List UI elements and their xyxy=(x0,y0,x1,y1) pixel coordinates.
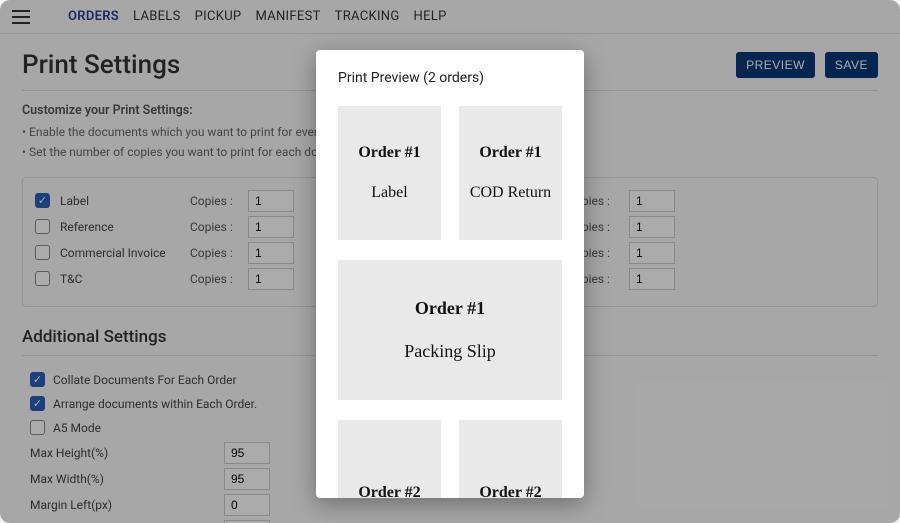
modal-title: Print Preview (2 orders) xyxy=(338,70,562,86)
preview-row-2: Order #1 Packing Slip xyxy=(338,260,562,400)
tile-order: Order #1 xyxy=(479,144,541,162)
preview-tile-2[interactable]: Order #1 COD Return xyxy=(459,106,562,240)
tile-order: Order #1 xyxy=(358,144,420,162)
tile-order: Order #2 xyxy=(358,484,420,498)
preview-row-3: Order #2 Order #2 xyxy=(338,420,562,498)
preview-tile-3[interactable]: Order #1 Packing Slip xyxy=(338,260,562,400)
app-window: ORDERS LABELS PICKUP MANIFEST TRACKING H… xyxy=(0,0,900,523)
preview-tile-1[interactable]: Order #1 Label xyxy=(338,106,441,240)
preview-tile-4[interactable]: Order #2 xyxy=(338,420,441,498)
print-preview-modal: Print Preview (2 orders) Order #1 Label … xyxy=(316,50,584,498)
tile-doctype: Label xyxy=(371,184,407,202)
preview-scroll[interactable]: Order #1 Label Order #1 COD Return Order… xyxy=(338,106,562,498)
preview-row-1: Order #1 Label Order #1 COD Return xyxy=(338,106,562,240)
tile-order: Order #1 xyxy=(415,298,485,319)
tile-order: Order #2 xyxy=(479,484,541,498)
preview-tile-5[interactable]: Order #2 xyxy=(459,420,562,498)
tile-doctype: COD Return xyxy=(470,184,551,202)
tile-doctype: Packing Slip xyxy=(404,341,496,362)
